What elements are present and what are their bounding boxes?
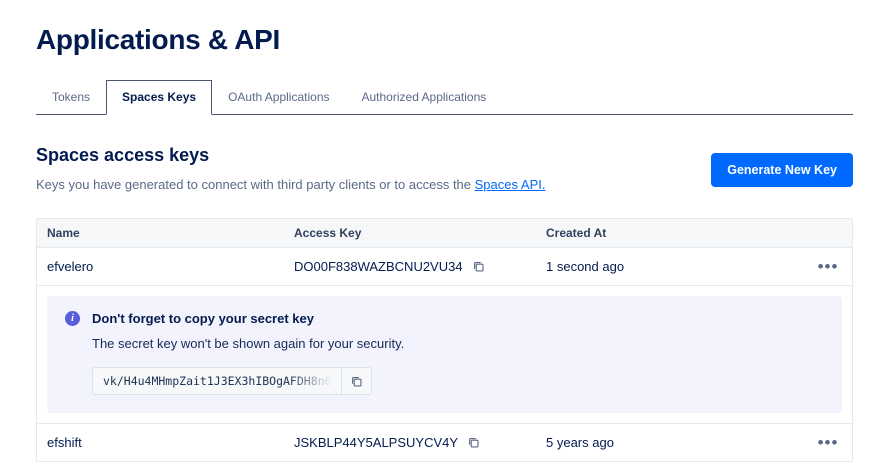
- table-header-actions: [804, 226, 852, 240]
- spaces-keys-table: Name Access Key Created At efvelero DO00…: [36, 218, 853, 462]
- secret-key-box: vk/H4u4MHmpZait1J3EX3hIBOgAFDH8n6gTv3H: [92, 367, 372, 395]
- callout-header: i Don't forget to copy your secret key: [65, 311, 824, 326]
- tab-oauth-applications[interactable]: OAuth Applications: [212, 80, 345, 115]
- section-header-text: Spaces access keys Keys you have generat…: [36, 145, 545, 192]
- secret-key-value: vk/H4u4MHmpZait1J3EX3hIBOgAFDH8n6gTv3H: [93, 368, 341, 394]
- row-more-menu-icon[interactable]: •••: [804, 438, 852, 448]
- row-more-menu-icon[interactable]: •••: [804, 262, 852, 272]
- info-icon: i: [65, 311, 80, 326]
- table-header-created-at: Created At: [536, 226, 804, 240]
- table-header-access-key: Access Key: [284, 226, 536, 240]
- table-header-name: Name: [37, 226, 284, 240]
- page-container: Applications & API Tokens Spaces Keys OA…: [0, 0, 889, 462]
- section-title: Spaces access keys: [36, 145, 545, 166]
- tab-tokens[interactable]: Tokens: [36, 80, 106, 115]
- tab-authorized-applications[interactable]: Authorized Applications: [346, 80, 503, 115]
- tab-bar: Tokens Spaces Keys OAuth Applications Au…: [36, 80, 853, 115]
- access-key-cell: JSKBLP44Y5ALPSUYCV4Y: [284, 435, 536, 450]
- secret-key-callout-row: i Don't forget to copy your secret key T…: [37, 286, 852, 424]
- created-at-value: 5 years ago: [536, 435, 804, 450]
- table-row: efvelero DO00F838WAZBCNU2VU34 1 second a…: [37, 248, 852, 286]
- copy-secret-key-icon[interactable]: [341, 368, 371, 394]
- callout-title: Don't forget to copy your secret key: [92, 311, 314, 326]
- section-description-text: Keys you have generated to connect with …: [36, 177, 475, 192]
- created-at-value: 1 second ago: [536, 259, 804, 274]
- spaces-api-link[interactable]: Spaces API.: [475, 177, 546, 192]
- page-title: Applications & API: [36, 24, 853, 56]
- key-name: efvelero: [37, 259, 284, 274]
- table-row: efshift JSKBLP44Y5ALPSUYCV4Y 5 years ago…: [37, 424, 852, 461]
- section-header: Spaces access keys Keys you have generat…: [36, 145, 853, 192]
- secret-key-callout: i Don't forget to copy your secret key T…: [47, 296, 842, 413]
- callout-body-text: The secret key won't be shown again for …: [92, 336, 824, 351]
- copy-access-key-icon[interactable]: [467, 436, 480, 449]
- generate-new-key-button[interactable]: Generate New Key: [711, 153, 853, 187]
- table-header-row: Name Access Key Created At: [37, 219, 852, 248]
- access-key-value: JSKBLP44Y5ALPSUYCV4Y: [294, 435, 458, 450]
- copy-access-key-icon[interactable]: [472, 260, 485, 273]
- section-description: Keys you have generated to connect with …: [36, 177, 545, 192]
- access-key-cell: DO00F838WAZBCNU2VU34: [284, 259, 536, 274]
- key-name: efshift: [37, 435, 284, 450]
- tab-spaces-keys[interactable]: Spaces Keys: [106, 80, 212, 115]
- access-key-value: DO00F838WAZBCNU2VU34: [294, 259, 463, 274]
